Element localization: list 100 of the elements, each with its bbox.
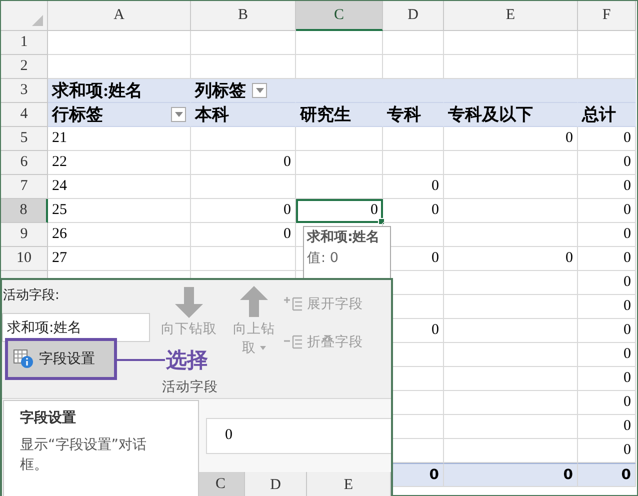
field-settings-button[interactable]: 字段设置 <box>5 338 117 380</box>
leader-line <box>117 359 165 361</box>
table-cell[interactable] <box>383 151 444 175</box>
table-cell[interactable]: 0 <box>191 223 296 247</box>
field-label: 活动字段: <box>2 287 60 304</box>
table-cell[interactable]: 0 <box>578 295 636 319</box>
table-cell[interactable] <box>444 367 578 391</box>
table-cell[interactable]: 求和项:姓名 <box>48 79 191 103</box>
table-cell[interactable]: 22 <box>48 151 191 175</box>
table-cell[interactable]: 0 <box>578 247 636 271</box>
table-cell[interactable] <box>444 319 578 343</box>
table-cell[interactable]: 0 <box>444 247 578 271</box>
table-cell[interactable]: 0 <box>578 319 636 343</box>
table-cell[interactable] <box>296 151 383 175</box>
plus-list-icon <box>284 296 304 312</box>
table-cell[interactable] <box>444 391 578 415</box>
tooltip-value: 值: 0 <box>307 249 340 267</box>
table-cell[interactable] <box>191 247 296 271</box>
group-label: 活动字段 <box>162 378 218 396</box>
table-cell[interactable]: 0 <box>444 127 578 151</box>
row-header[interactable]: 7 <box>1 175 48 199</box>
table-cell[interactable] <box>296 175 383 199</box>
row-header[interactable]: 5 <box>1 127 48 151</box>
formula-field[interactable]: 0 <box>206 418 391 454</box>
column-header[interactable]: B <box>191 1 296 31</box>
table-cell[interactable] <box>191 175 296 199</box>
table-cell[interactable] <box>444 223 578 247</box>
table-cell[interactable]: 0 <box>578 271 636 295</box>
table-cell[interactable]: 24 <box>48 175 191 199</box>
column-header[interactable]: C <box>296 1 383 31</box>
table-cell[interactable] <box>444 415 578 439</box>
filter-dropdown-button[interactable] <box>252 83 267 98</box>
table-cell[interactable] <box>444 343 578 367</box>
callout-label: 选择 <box>166 347 208 374</box>
table-cell[interactable]: 26 <box>48 223 191 247</box>
help-description: 显示“字段设置”对话框。 <box>20 436 148 475</box>
table-cell[interactable]: 0 <box>383 175 444 199</box>
table-cell[interactable] <box>578 79 636 103</box>
column-header[interactable]: A <box>48 1 191 31</box>
table-cell[interactable]: 列标签 <box>191 79 296 103</box>
table-cell[interactable]: 0 <box>578 391 636 415</box>
table-cell[interactable]: 0 <box>578 223 636 247</box>
table-cell[interactable] <box>383 31 444 55</box>
table-cell[interactable] <box>296 31 383 55</box>
row-header[interactable]: 1 <box>1 31 48 55</box>
table-cell[interactable]: 0 <box>578 415 636 439</box>
table-cell[interactable]: 27 <box>48 247 191 271</box>
table-cell[interactable] <box>444 31 578 55</box>
active-field-input[interactable]: 求和项:姓名 <box>2 313 150 342</box>
column-header[interactable]: E <box>444 1 578 31</box>
row-header[interactable]: 9 <box>1 223 48 247</box>
table-cell[interactable] <box>444 271 578 295</box>
table-cell[interactable]: 研究生 <box>296 103 383 127</box>
table-cell[interactable]: 0 <box>578 175 636 199</box>
table-cell[interactable]: 0 <box>578 463 636 487</box>
table-cell[interactable]: 总计 <box>578 103 636 127</box>
row-header[interactable]: 3 <box>1 79 48 103</box>
table-cell[interactable]: 0 <box>578 151 636 175</box>
cell-text: 0 <box>370 202 378 219</box>
row-header[interactable]: 8 <box>1 199 48 223</box>
table-cell[interactable]: 21 <box>48 127 191 151</box>
table-cell[interactable] <box>48 31 191 55</box>
table-cell[interactable]: 0 <box>191 151 296 175</box>
fill-handle[interactable] <box>378 218 385 225</box>
row-header[interactable]: 6 <box>1 151 48 175</box>
table-cell[interactable]: 专科 <box>383 103 444 127</box>
column-header[interactable]: C <box>197 472 245 496</box>
column-header[interactable]: E <box>307 472 391 496</box>
row-header[interactable]: 2 <box>1 55 48 79</box>
table-cell[interactable]: 0 <box>578 367 636 391</box>
table-cell[interactable]: 0 <box>383 199 444 223</box>
table-cell[interactable] <box>444 151 578 175</box>
table-cell[interactable]: 0 <box>191 199 296 223</box>
column-header[interactable]: D <box>383 1 444 31</box>
table-cell[interactable]: 0 <box>578 127 636 151</box>
table-cell[interactable]: 行标签 <box>48 103 191 127</box>
table-cell[interactable]: 0 <box>578 343 636 367</box>
table-cell[interactable] <box>191 31 296 55</box>
row-header[interactable]: 10 <box>1 247 48 271</box>
cell-text: 列标签 <box>195 80 246 102</box>
cell-text: 行标签 <box>52 104 103 126</box>
table-cell[interactable] <box>191 127 296 151</box>
table-cell[interactable]: 本科 <box>191 103 296 127</box>
field-settings-icon <box>13 349 35 369</box>
table-cell[interactable]: 0 <box>444 463 578 487</box>
table-cell[interactable] <box>444 295 578 319</box>
table-cell[interactable] <box>578 31 636 55</box>
row-header[interactable]: 4 <box>1 103 48 127</box>
column-header[interactable]: D <box>245 472 307 496</box>
table-cell[interactable] <box>444 199 578 223</box>
table-cell[interactable]: 专科及以下 <box>444 103 578 127</box>
table-cell[interactable] <box>444 175 578 199</box>
filter-dropdown-button[interactable] <box>171 107 186 122</box>
table-cell[interactable]: 0 <box>578 199 636 223</box>
help-title: 字段设置 <box>20 409 77 427</box>
column-header[interactable]: F <box>578 1 636 31</box>
table-cell[interactable]: 25 <box>48 199 191 223</box>
table-cell[interactable] <box>383 127 444 151</box>
table-cell[interactable] <box>296 127 383 151</box>
table-cell[interactable]: 0 <box>296 199 383 223</box>
